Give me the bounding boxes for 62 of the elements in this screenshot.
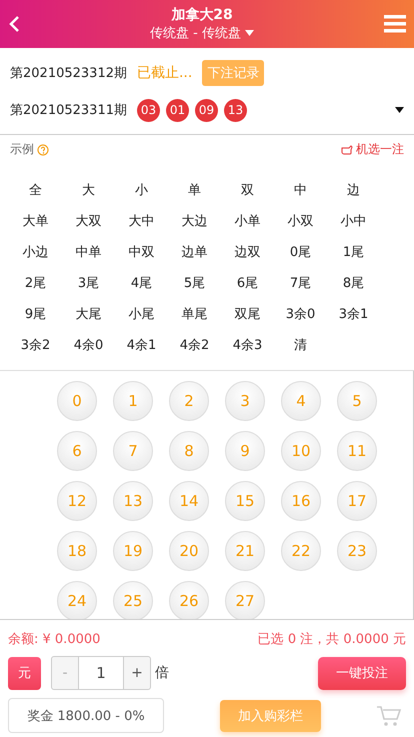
quick-pick-option[interactable]: 边 xyxy=(327,174,380,205)
quick-pick-option[interactable]: 9尾 xyxy=(9,298,62,329)
quick-pick-option[interactable]: 双 xyxy=(221,174,274,205)
quick-pick-option[interactable]: 7尾 xyxy=(274,267,327,298)
multiplier-unit: 倍 xyxy=(155,664,169,682)
quick-pick-option[interactable]: 3余2 xyxy=(9,329,62,360)
quick-pick-option[interactable]: 小尾 xyxy=(115,298,168,329)
quick-pick-option[interactable]: 3尾 xyxy=(62,267,115,298)
menu-icon[interactable] xyxy=(384,15,406,33)
result-number: 01 xyxy=(166,98,189,122)
result-number: 03 xyxy=(136,98,160,122)
mode-selector[interactable]: 传统盘 - 传统盘 xyxy=(150,24,241,42)
quick-pick-option[interactable]: 4尾 xyxy=(115,267,168,298)
back-icon[interactable] xyxy=(8,15,20,33)
quick-pick-option[interactable]: 3余1 xyxy=(327,298,380,329)
quick-pick-option[interactable]: 大双 xyxy=(62,205,115,236)
help-icon[interactable] xyxy=(37,144,49,156)
issue-status: 已截止... xyxy=(136,64,192,82)
quick-pick-option[interactable]: 中双 xyxy=(115,236,168,267)
quick-pick-option[interactable]: 4余3 xyxy=(221,329,274,360)
quick-pick-option[interactable]: 边单 xyxy=(168,236,221,267)
prize-field: 奖金 1800.00 - 0% xyxy=(8,698,164,733)
issue-number: 第20210523311期 xyxy=(10,102,127,119)
quick-pick-option[interactable]: 小中 xyxy=(327,205,380,236)
quick-pick-option[interactable]: 中单 xyxy=(62,236,115,267)
quick-pick-option[interactable]: 大中 xyxy=(115,205,168,236)
quick-pick-option[interactable]: 大单 xyxy=(9,205,62,236)
quick-pick-option[interactable]: 8尾 xyxy=(327,267,380,298)
quick-pick-option[interactable]: 大边 xyxy=(168,205,221,236)
multiplier-field[interactable]: 1 xyxy=(79,656,123,690)
quick-pick-option[interactable]: 4余2 xyxy=(168,329,221,360)
quick-pick-option[interactable]: 4余0 xyxy=(62,329,115,360)
page-title: 加拿大28 xyxy=(171,6,233,24)
quick-pick-option[interactable]: 小单 xyxy=(221,205,274,236)
quick-pick-option[interactable]: 清 xyxy=(274,329,327,360)
result-number: 13 xyxy=(224,98,247,122)
quick-pick-option[interactable]: 小 xyxy=(115,174,168,205)
quick-pick-option[interactable]: 0尾 xyxy=(274,236,327,267)
quick-pick-option[interactable]: 边双 xyxy=(221,236,274,267)
quick-pick-option[interactable]: 小边 xyxy=(9,236,62,267)
quick-pick-option[interactable]: 双尾 xyxy=(221,298,274,329)
quick-pick-option[interactable]: 6尾 xyxy=(221,267,274,298)
quick-pick-option[interactable]: 5尾 xyxy=(168,267,221,298)
example-label: 示例 xyxy=(10,141,34,158)
random-pick-link[interactable]: 机选一注 xyxy=(356,141,404,158)
result-number: 09 xyxy=(194,98,218,122)
quick-pick-option[interactable]: 4余1 xyxy=(115,329,168,360)
plus-button[interactable]: + xyxy=(123,656,151,690)
quick-pick-option[interactable]: 全 xyxy=(9,174,62,205)
quick-pick-option[interactable]: 2尾 xyxy=(9,267,62,298)
caret-icon[interactable] xyxy=(395,107,404,113)
issue-number: 第20210523312期 xyxy=(10,65,127,82)
quick-pick-option[interactable]: 大尾 xyxy=(62,298,115,329)
quick-pick-option[interactable]: 3余0 xyxy=(274,298,327,329)
quick-pick-option[interactable]: 小双 xyxy=(274,205,327,236)
quick-pick-option[interactable]: 大 xyxy=(62,174,115,205)
selection-summary: 已选 0 注，共 0.0000 元 xyxy=(258,631,406,648)
quick-pick-option[interactable]: 1尾 xyxy=(327,236,380,267)
balance-text: 余额: ¥ 0.0000 xyxy=(8,631,100,648)
quick-pick-option[interactable]: 单 xyxy=(168,174,221,205)
quick-pick-option[interactable]: 中 xyxy=(274,174,327,205)
quick-pick-option[interactable]: 单尾 xyxy=(168,298,221,329)
